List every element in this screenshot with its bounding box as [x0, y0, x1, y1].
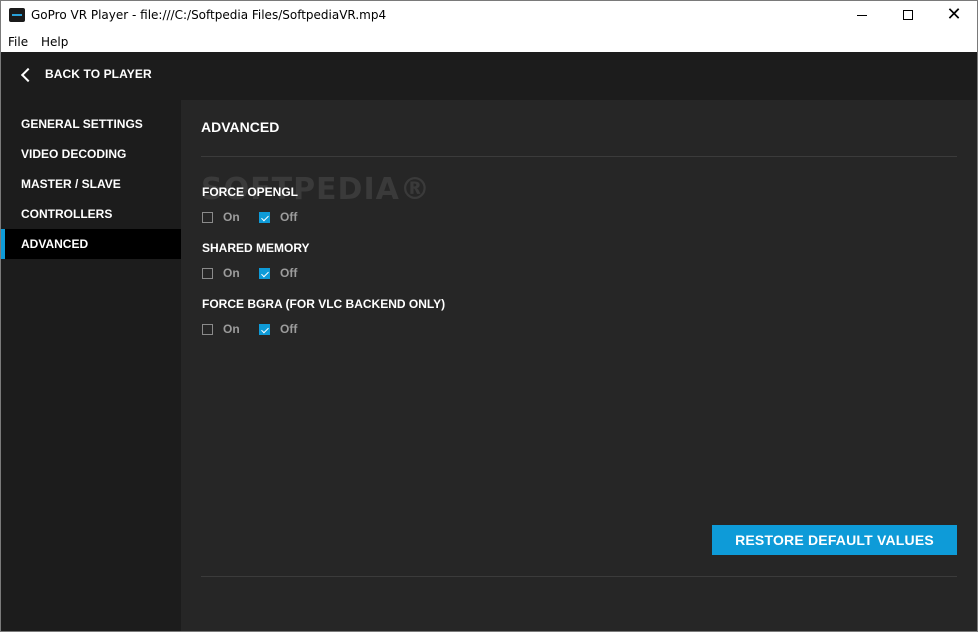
window-title: GoPro VR Player - file:///C:/Softpedia F…	[31, 8, 387, 22]
checkbox-unchecked-icon	[202, 267, 213, 279]
force-bgra-off-checkbox[interactable]: Off	[259, 322, 297, 336]
sidebar-item-general-settings[interactable]: GENERAL SETTINGS	[1, 109, 181, 139]
chevron-left-icon	[20, 67, 36, 82]
page-title: ADVANCED	[201, 119, 280, 135]
shared-memory-on-checkbox[interactable]: On	[202, 266, 240, 280]
shared-memory-off-checkbox[interactable]: Off	[259, 266, 297, 280]
title-bar: GoPro VR Player - file:///C:/Softpedia F…	[0, 0, 978, 32]
setting-label-force-opengl: FORCE OPENGL	[202, 185, 299, 199]
checkbox-checked-icon	[259, 267, 270, 279]
minimize-icon	[857, 14, 867, 16]
option-label: Off	[280, 266, 298, 280]
menu-bar: File Help	[0, 32, 978, 52]
option-label: On	[223, 266, 240, 280]
maximize-icon	[903, 10, 913, 20]
force-opengl-on-checkbox[interactable]: On	[202, 210, 240, 224]
divider	[201, 156, 957, 157]
header-bar: BACK TO PLAYER	[1, 52, 977, 100]
checkbox-unchecked-icon	[202, 323, 213, 335]
force-opengl-off-checkbox[interactable]: Off	[259, 210, 297, 224]
app-icon	[9, 8, 25, 22]
advanced-settings-panel: ADVANCED SOFTPEDIA® FORCE OPENGL On Off …	[181, 100, 977, 631]
settings-sidebar: GENERAL SETTINGS VIDEO DECODING MASTER /…	[1, 100, 181, 631]
sidebar-item-video-decoding[interactable]: VIDEO DECODING	[1, 139, 181, 169]
maximize-button[interactable]	[885, 0, 931, 30]
force-bgra-on-checkbox[interactable]: On	[202, 322, 240, 336]
restore-default-values-button[interactable]: RESTORE DEFAULT VALUES	[712, 525, 957, 555]
checkbox-checked-icon	[259, 211, 270, 223]
back-to-player-button[interactable]: BACK TO PLAYER	[20, 67, 152, 82]
close-button[interactable]: ✕	[931, 0, 977, 30]
option-label: On	[223, 322, 240, 336]
sidebar-item-controllers[interactable]: CONTROLLERS	[1, 199, 181, 229]
checkbox-unchecked-icon	[202, 211, 213, 223]
sidebar-item-master-slave[interactable]: MASTER / SLAVE	[1, 169, 181, 199]
minimize-button[interactable]	[839, 0, 885, 30]
divider	[201, 576, 957, 577]
setting-label-force-bgra: FORCE BGRA (FOR VLC BACKEND ONLY)	[202, 297, 446, 311]
menu-file[interactable]: File	[8, 35, 28, 49]
option-label: On	[223, 210, 240, 224]
sidebar-item-advanced[interactable]: ADVANCED	[1, 229, 181, 259]
close-icon: ✕	[946, 4, 962, 25]
menu-help[interactable]: Help	[41, 35, 68, 49]
setting-label-shared-memory: SHARED MEMORY	[202, 241, 310, 255]
checkbox-checked-icon	[259, 323, 270, 335]
back-label: BACK TO PLAYER	[45, 67, 152, 81]
option-label: Off	[280, 210, 298, 224]
option-label: Off	[280, 322, 298, 336]
